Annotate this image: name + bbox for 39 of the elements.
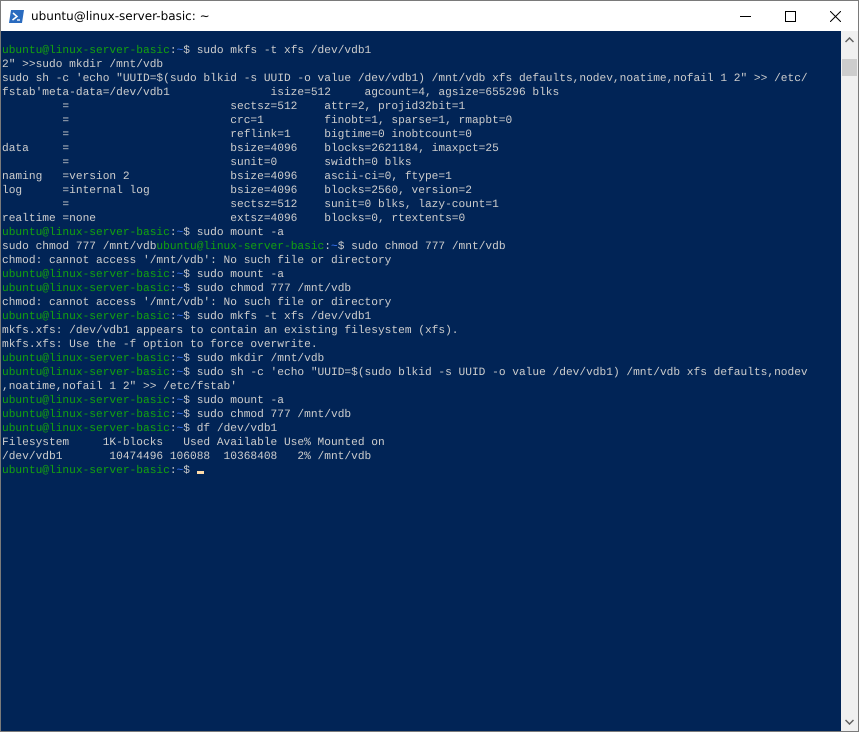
terminal-line: sudo sh -c 'echo "UUID=$(sudo blkid -s UUID -o value /dev/vdb1) /mnt/vdb xfs defaults,nodev,noatime,nofail 1 2" >> /etc/ xyxy=(2,72,808,86)
terminal-line: ubuntu@linux-server-basic:~$ sudo mount -a xyxy=(2,226,284,240)
terminal-line: mkfs.xfs: /dev/vdb1 appears to contain an existing filesystem (xfs). xyxy=(2,324,459,338)
scroll-down-icon[interactable] xyxy=(845,719,854,725)
terminal-line: = reflink=1 bigtime=0 inobtcount=0 xyxy=(61,128,472,142)
terminal-line: realtime =none extsz=4096 blocks=0, rtextents=0 xyxy=(2,212,466,226)
scroll-up-icon[interactable] xyxy=(845,37,854,43)
terminal-line: ubuntu@linux-server-basic:~$ sudo mount -a xyxy=(2,394,284,408)
terminal-line: ,noatime,nofail 1 2" >> /etc/fstab' xyxy=(2,380,237,394)
window-title: ubuntu@linux-server-basic: ~ xyxy=(31,9,210,23)
terminal-line: /dev/vdb1 10474496 106088 10368408 2% /mnt/vdb xyxy=(2,450,372,464)
terminal-line: ubuntu@linux-server-basic:~$ sudo chmod 777 /mnt/vdb xyxy=(2,282,352,296)
terminal-line: ubuntu@linux-server-basic:~$ sudo chmod 777 /mnt/vdb xyxy=(2,408,352,422)
terminal-line: chmod: cannot access '/mnt/vdb': No such file or directory xyxy=(2,296,392,310)
terminal-line: = sectsz=512 attr=2, projid32bit=1 xyxy=(61,100,466,114)
scroll-thumb[interactable] xyxy=(842,59,857,76)
terminal-line: fstab'meta-data=/dev/vdb1 isize=512 agcount=4, agsize=655296 blks xyxy=(2,86,560,100)
maximize-icon xyxy=(785,10,796,22)
terminal-icon xyxy=(9,10,24,22)
terminal-line: naming =version 2 bsize=4096 ascii-ci=0, ftype=1 xyxy=(2,170,452,184)
terminal-line: = sunit=0 swidth=0 blks xyxy=(61,156,412,170)
close-icon xyxy=(830,10,841,22)
terminal-line: data = bsize=4096 blocks=2621184, imaxpct=25 xyxy=(2,142,499,156)
terminal-line: mkfs.xfs: Use the -f option to force overwrite. xyxy=(2,338,318,352)
scrollbar[interactable] xyxy=(841,31,858,731)
terminal-line: log =internal log bsize=4096 blocks=2560, version=2 xyxy=(2,184,472,198)
terminal-line: = crc=1 finobt=1, sparse=1, rmapbt=0 xyxy=(61,114,512,128)
terminal-line: Filesystem 1K-blocks Used Available Use% Mounted on xyxy=(2,436,385,450)
terminal-line: ubuntu@linux-server-basic:~$ xyxy=(2,464,204,478)
terminal-line: ubuntu@linux-server-basic:~$ sudo sh -c 'echo "UUID=$(sudo blkid -s UUID -o value /dev/vdb1) /mnt/vdb xfs defaults,nodev xyxy=(2,366,808,380)
terminal-line: ubuntu@linux-server-basic:~$ sudo mount -a xyxy=(2,268,284,282)
terminal-line: ubuntu@linux-server-basic:~$ df /dev/vdb1 xyxy=(2,422,278,436)
terminal-line: chmod: cannot access '/mnt/vdb': No such file or directory xyxy=(2,254,392,268)
terminal-line: sudo chmod 777 /mnt/vdbubuntu@linux-server-basic:~$ sudo chmod 777 /mnt/vdb xyxy=(2,240,506,254)
terminal-line: ubuntu@linux-server-basic:~$ sudo mkfs -t xfs /dev/vdb1 xyxy=(2,310,372,324)
terminal-line: ubuntu@linux-server-basic:~$ sudo mkdir /mnt/vdb xyxy=(2,352,324,366)
terminal-line: 2" >>sudo mkdir /mnt/vdb xyxy=(2,58,164,72)
terminal-line: ubuntu@linux-server-basic:~$ sudo mkfs -t xfs /dev/vdb1 xyxy=(2,44,372,58)
terminal-line: = sectsz=512 sunit=0 blks, lazy-count=1 xyxy=(61,198,499,212)
